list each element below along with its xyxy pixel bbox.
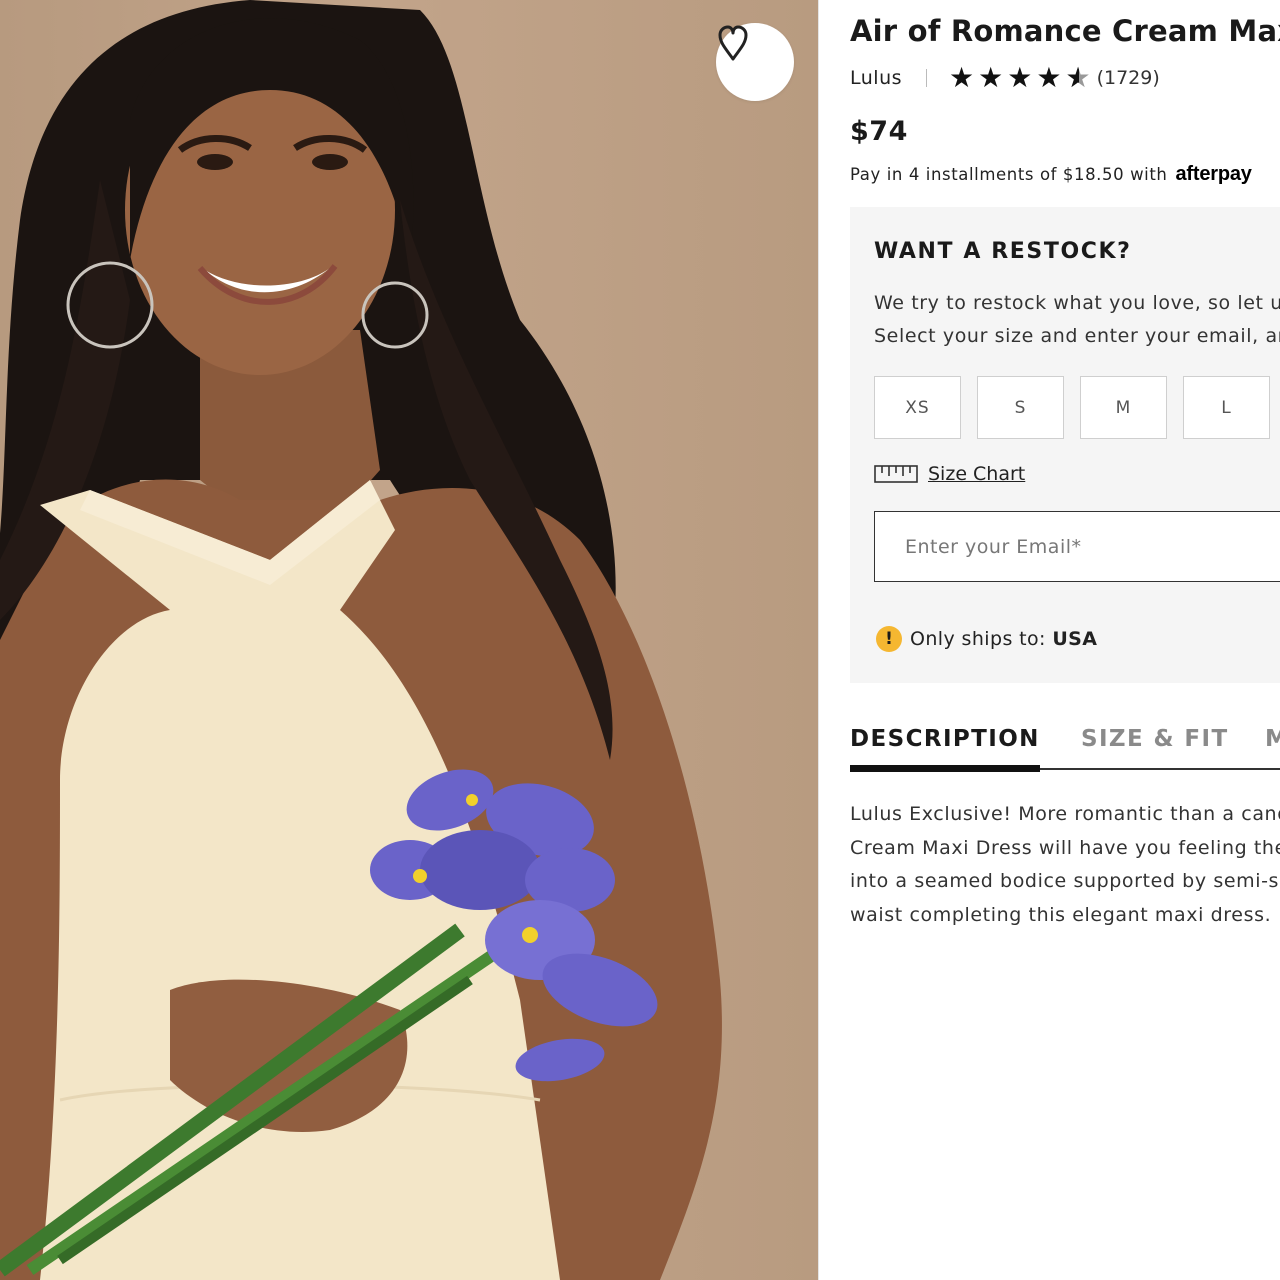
afterpay-logo[interactable]: afterpay [1175, 163, 1251, 186]
shipping-prefix: Only ships to: [910, 628, 1046, 650]
heart-icon [718, 25, 748, 61]
product-description: Lulus Exclusive! More romantic than a ca… [850, 798, 1280, 932]
afterpay-text: Pay in 4 installments of $18.50 with [850, 165, 1168, 184]
description-line: Lulus Exclusive! More romantic than a ca… [850, 803, 1280, 825]
restock-line: We try to restock what you love, so let … [874, 292, 1280, 314]
size-option-s[interactable]: S [977, 376, 1064, 439]
description-line: waist completing this elegant maxi dress… [850, 903, 1272, 926]
description-line: into a seamed bodice supported by semi-s… [850, 870, 1280, 892]
product-image [0, 0, 818, 1280]
review-count[interactable]: (1729) [1097, 67, 1160, 89]
star-icon: ★ [978, 61, 1004, 94]
rating-stars[interactable]: ★ ★ ★ ★ ★ [949, 61, 1091, 94]
size-chart-label[interactable]: Size Chart [928, 463, 1025, 485]
tab-size-fit[interactable]: SIZE & FIT [1081, 726, 1229, 752]
tab-description[interactable]: DESCRIPTION [850, 726, 1040, 772]
star-icon: ★ [949, 61, 975, 94]
description-line: Cream Maxi Dress will have you feeling t… [850, 836, 1280, 859]
wishlist-button[interactable] [716, 23, 794, 101]
product-tabs: DESCRIPTION SIZE & FIT MORE INFO [850, 726, 1280, 774]
ruler-icon [874, 465, 918, 483]
restock-title: WANT A RESTOCK? [874, 239, 1132, 264]
brand-rating-row: Lulus ★ ★ ★ ★ ★ (1729) [850, 61, 1160, 94]
separator [926, 69, 928, 87]
shipping-country: USA [1052, 628, 1098, 650]
size-chart-link[interactable]: Size Chart [874, 463, 1025, 485]
divider [818, 0, 819, 1280]
size-option-m[interactable]: M [1080, 376, 1167, 439]
size-option-l[interactable]: L [1183, 376, 1270, 439]
product-title: Air of Romance Cream Maxi Dress [850, 14, 1280, 48]
brand-link[interactable]: Lulus [850, 67, 902, 89]
restock-description: We try to restock what you love, so let … [874, 287, 1280, 353]
shipping-notice: ! Only ships to: USA [876, 626, 1097, 652]
email-field[interactable] [874, 511, 1280, 582]
product-info-panel: Air of Romance Cream Maxi Dress Lulus ★ … [850, 0, 1280, 1280]
afterpay-message: Pay in 4 installments of $18.50 with aft… [850, 163, 1252, 186]
star-icon: ★ [1036, 61, 1062, 94]
email-input[interactable] [875, 512, 1280, 581]
exclamation-icon: ! [876, 626, 902, 652]
tab-more-info[interactable]: MORE INFO [1265, 726, 1280, 752]
model-illustration [0, 0, 722, 1280]
restock-line: Select your size and enter your email, a… [874, 325, 1280, 347]
size-selector: XS S M L XL [874, 376, 1280, 439]
shipping-text: Only ships to: USA [910, 628, 1097, 650]
star-icon: ★ [1007, 61, 1033, 94]
product-price: $74 [850, 116, 908, 147]
half-star-icon: ★ [1065, 64, 1090, 93]
restock-panel: WANT A RESTOCK? We try to restock what y… [850, 207, 1280, 683]
size-option-xs[interactable]: XS [874, 376, 961, 439]
